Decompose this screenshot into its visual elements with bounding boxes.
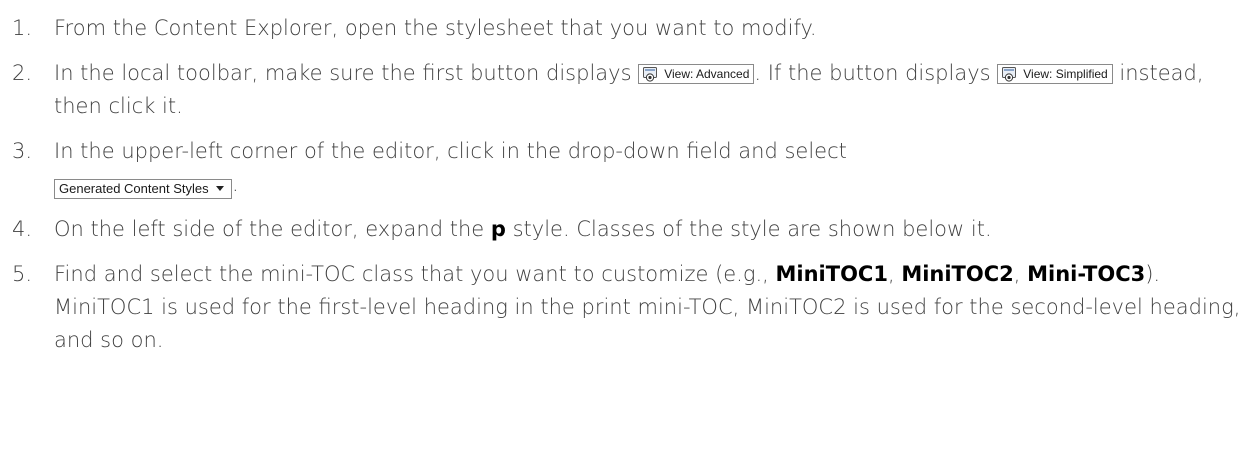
step-text: . If the button displays	[754, 61, 998, 85]
step-text: .	[232, 172, 239, 196]
step-text: On the left side of the editor, expand t…	[54, 217, 491, 241]
step-number: 2.	[12, 61, 33, 85]
view-mode-icon	[1002, 67, 1017, 82]
step-text: Find and select the mini-TOC class that …	[54, 262, 776, 286]
style-name-p: p	[490, 217, 506, 241]
dropdown-value: Generated Content Styles	[59, 181, 209, 196]
class-name-minitoc2: MiniTOC2	[901, 262, 1014, 286]
step-1: 1. From the Content Explorer, open the s…	[12, 12, 1250, 45]
step-text: In the upper-left corner of the editor, …	[54, 139, 847, 163]
class-name-minitoc1: MiniTOC1	[775, 262, 888, 286]
view-advanced-label: View: Advanced	[664, 67, 750, 81]
step-number: 1.	[12, 16, 33, 40]
step-number: 4.	[12, 217, 33, 241]
triangle-down-icon	[213, 181, 227, 197]
step-text: ,	[1013, 262, 1021, 286]
view-simplified-button-image: View: Simplified	[997, 64, 1113, 84]
instruction-steps: 1. From the Content Explorer, open the s…	[12, 0, 1250, 357]
step-number: 5.	[12, 262, 33, 286]
view-simplified-label: View: Simplified	[1023, 67, 1108, 81]
step-4: 4. On the left side of the editor, expan…	[12, 213, 1250, 246]
view-mode-icon	[643, 67, 658, 82]
step-text: In the local toolbar, make sure the firs…	[54, 61, 639, 85]
class-name-minitoc3: Mini-TOC3	[1027, 262, 1146, 286]
generated-content-styles-dropdown-image: Generated Content Styles	[54, 179, 232, 199]
step-2: 2. In the local toolbar, make sure the f…	[12, 57, 1250, 123]
step-text: ,	[887, 262, 902, 286]
step-5: 5. Find and select the mini-TOC class th…	[12, 258, 1250, 357]
step-text: style. Classes of the style are shown be…	[505, 217, 992, 241]
step-3: 3. In the upper-left corner of the edito…	[12, 135, 1250, 201]
step-number: 3.	[12, 139, 33, 163]
view-advanced-button-image: View: Advanced	[638, 64, 755, 84]
step-text: From the Content Explorer, open the styl…	[54, 16, 817, 40]
